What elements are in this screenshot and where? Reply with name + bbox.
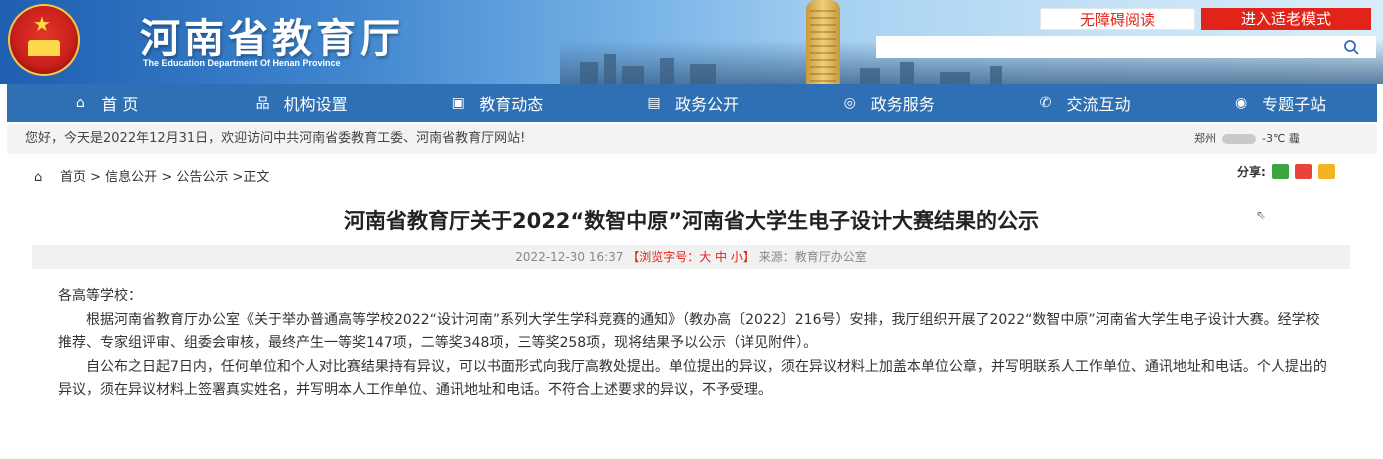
nav-item-government-affairs[interactable]: ▤ 政务公开 — [594, 84, 790, 122]
nav-item-government-services[interactable]: ◎ 政务服务 — [790, 84, 986, 122]
article-paragraph: 根据河南省教育厅办公室《关于举办普通高等学校2022“设计河南”系列大学生学科竞… — [58, 311, 1320, 352]
weather-icon — [1222, 134, 1256, 144]
article-salutation: 各高等学校： — [58, 288, 142, 304]
nav-item-label: 教育动态 — [479, 95, 544, 114]
greeting-text: 您好，今天是2022年12月31日，欢迎访问中共河南省委教育工委、河南省教育厅网… — [25, 131, 526, 146]
nav-item-label: 专题子站 — [1262, 95, 1327, 114]
nav-item-interaction[interactable]: ✆ 交流互动 — [986, 84, 1182, 122]
share-bar: 分享: — [1237, 163, 1335, 180]
breadcrumb: ⌂ 首页 > 信息公开 > 公告公示 >正文 — [34, 166, 269, 185]
accessibility-reading-button[interactable]: 无障碍阅读 — [1040, 8, 1195, 30]
nav-item-special-sites[interactable]: ◉ 专题子站 — [1181, 84, 1377, 122]
weather-city: 郑州 — [1194, 132, 1216, 145]
header-banner: ★ 河南省教育厅 The Education Department Of Hen… — [0, 0, 1383, 84]
site-title[interactable]: 河南省教育厅 — [140, 6, 404, 64]
home-icon: ⌂ — [34, 170, 43, 185]
main-nav: ⌂ 首 页 品 机构设置 ▣ 教育动态 ▤ 政务公开 ◎ 政务服务 ✆ 交流互动… — [7, 84, 1377, 122]
mouse-cursor-icon: ⇖ — [1256, 208, 1267, 222]
news-icon: ▣ — [451, 95, 465, 111]
chat-icon: ✆ — [1039, 95, 1052, 111]
wechat-icon[interactable] — [1271, 164, 1289, 179]
home-icon: ⌂ — [75, 95, 85, 111]
search-icon[interactable] — [1343, 39, 1359, 55]
search-box — [876, 36, 1376, 58]
national-emblem-logo[interactable]: ★ — [8, 4, 80, 76]
nav-item-organization[interactable]: 品 机构设置 — [203, 84, 399, 122]
article-meta: 2022-12-30 16:37 【浏览字号：大 中 小】 来源：教育厅办公室 — [32, 245, 1350, 269]
article-date: 2022-12-30 16:37 — [515, 250, 624, 264]
weather-widget: 郑州 -3℃ 霾 — [1194, 124, 1300, 154]
service-icon: ◎ — [843, 95, 856, 111]
elder-mode-button[interactable]: 进入适老模式 — [1201, 8, 1371, 30]
nav-item-label: 交流互动 — [1066, 95, 1131, 114]
target-icon: ◉ — [1235, 95, 1248, 111]
article-source: 来源：教育厅办公室 — [758, 250, 867, 264]
nav-item-label: 政务公开 — [675, 95, 740, 114]
search-input[interactable] — [877, 38, 1337, 58]
weibo-icon[interactable] — [1294, 164, 1312, 179]
qq-icon[interactable] — [1317, 164, 1335, 179]
nav-item-label: 首 页 — [101, 95, 139, 114]
nav-item-label: 机构设置 — [283, 95, 348, 114]
weather-temp: -3℃ 霾 — [1262, 132, 1300, 145]
org-chart-icon: 品 — [255, 96, 270, 112]
nav-item-home[interactable]: ⌂ 首 页 — [7, 84, 203, 122]
breadcrumb-path[interactable]: > 信息公开 > 公告公示 >正文 — [90, 170, 269, 185]
breadcrumb-home-link[interactable]: 首页 — [60, 170, 86, 185]
greeting-bar: 您好，今天是2022年12月31日，欢迎访问中共河南省委教育工委、河南省教育厅网… — [7, 124, 1377, 154]
site-subtitle: The Education Department Of Henan Provin… — [143, 58, 341, 68]
nav-item-label: 政务服务 — [870, 95, 935, 114]
article-paragraph: 自公布之日起7日内，任何单位和个人对比赛结果持有异议，可以书面形式向我厅高教处提… — [58, 358, 1327, 399]
document-icon: ▤ — [647, 95, 661, 111]
nav-item-education-news[interactable]: ▣ 教育动态 — [398, 84, 594, 122]
landmark-tower — [806, 0, 840, 84]
article-title: 河南省教育厅关于2022“数智中原”河南省大学生电子设计大赛结果的公示 — [343, 209, 1040, 233]
share-label: 分享: — [1237, 165, 1266, 179]
article-body: 各高等学校： 根据河南省教育厅办公室《关于举办普通高等学校2022“设计河南”系… — [58, 285, 1328, 403]
font-size-selector[interactable]: 【浏览字号：大 中 小】 — [627, 250, 755, 264]
